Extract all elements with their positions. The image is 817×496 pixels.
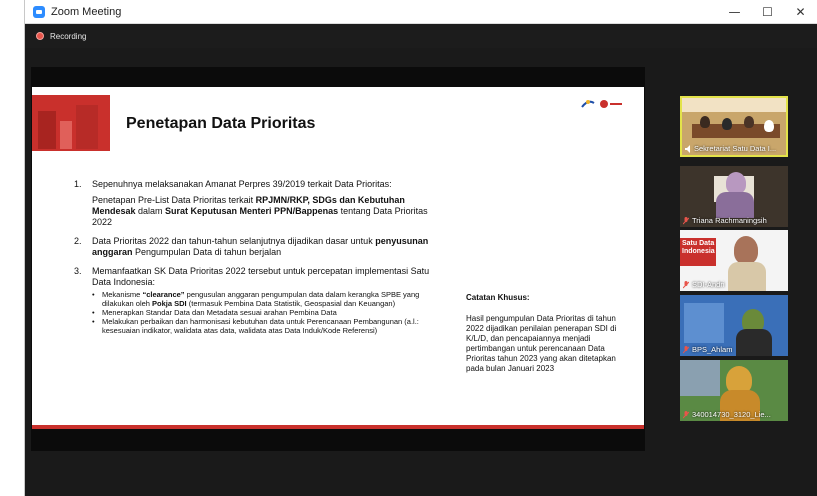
participant-tile[interactable]: 340014730_3120_Lie... xyxy=(680,360,788,421)
screen-share[interactable]: Penetapan Data Prioritas 1. Sepenuhnya m… xyxy=(31,67,645,451)
speaker-icon xyxy=(685,144,690,153)
slide-content: 1. Sepenuhnya melaksanakan Amanat Perpre… xyxy=(74,179,434,343)
list-item-detail: Penetapan Pre-List Data Prioritas terkai… xyxy=(92,195,428,227)
special-note: Catatan Khusus: Hasil pengumpulan Data P… xyxy=(466,293,624,374)
participant-name: SDI-Andri xyxy=(692,280,725,289)
slide-logos xyxy=(581,97,625,111)
participant-name: Sekretariat Satu Data I... xyxy=(694,144,777,153)
list-item: 3. Memanfaatkan SK Data Prioritas 2022 t… xyxy=(74,266,434,335)
window-title: Zoom Meeting xyxy=(51,5,122,18)
zoom-logo-icon xyxy=(33,5,45,18)
window-controls: — ☐ ✕ xyxy=(718,0,817,24)
mic-muted-icon xyxy=(683,216,689,224)
participant-tile[interactable]: BPS_Ahlam xyxy=(680,295,788,356)
minimize-button[interactable]: — xyxy=(718,0,751,24)
slide-decoration xyxy=(32,95,110,151)
title-bar: Zoom Meeting — ☐ ✕ xyxy=(25,0,817,24)
participant-tile[interactable]: Triana Rachmaningsih xyxy=(680,166,788,227)
slide-title: Penetapan Data Prioritas xyxy=(126,115,316,132)
slide-footer-bar xyxy=(32,425,644,429)
sub-list-item: • Melakukan perbaikan dan harmonisasi keb… xyxy=(92,317,419,335)
sub-list-item: • Menerapkan Standar Data dan Metadata se… xyxy=(92,308,337,317)
participant-tile[interactable]: Satu Data Indonesia SDI-Andri xyxy=(680,230,788,291)
mic-muted-icon xyxy=(683,410,689,418)
bappenas-logo-icon xyxy=(581,100,595,108)
participant-tile[interactable]: Sekretariat Satu Data I... xyxy=(680,96,788,157)
recording-label[interactable]: Recording xyxy=(50,32,86,41)
participant-name: Triana Rachmaningsih xyxy=(692,216,767,225)
note-body: Hasil pengumpulan Data Prioritas di tahu… xyxy=(466,314,617,373)
participant-name: BPS_Ahlam xyxy=(692,345,733,354)
list-item: 2. Data Prioritas 2022 dan tahun-tahun s… xyxy=(74,236,429,257)
note-heading: Catatan Khusus: xyxy=(466,293,530,302)
participant-name: 340014730_3120_Lie... xyxy=(692,410,771,419)
satu-data-logo-icon xyxy=(600,100,622,108)
sub-list: • Mekanisme “clearance” pengusulan anggar… xyxy=(92,290,434,335)
mic-muted-icon xyxy=(683,280,689,288)
presentation-slide: Penetapan Data Prioritas 1. Sepenuhnya m… xyxy=(32,87,644,429)
mic-muted-icon xyxy=(683,345,689,353)
close-button[interactable]: ✕ xyxy=(784,0,817,24)
list-item: 1. Sepenuhnya melaksanakan Amanat Perpre… xyxy=(74,179,434,228)
maximize-button[interactable]: ☐ xyxy=(751,0,784,24)
recording-bar: Recording xyxy=(25,24,817,48)
recording-dot-icon xyxy=(36,32,44,40)
tile-overlay-text: Satu Data Indonesia xyxy=(682,240,715,255)
zoom-window: Zoom Meeting — ☐ ✕ Recording Penetapan D… xyxy=(24,0,817,496)
sub-list-item: • Mekanisme “clearance” pengusulan anggar… xyxy=(92,290,420,308)
